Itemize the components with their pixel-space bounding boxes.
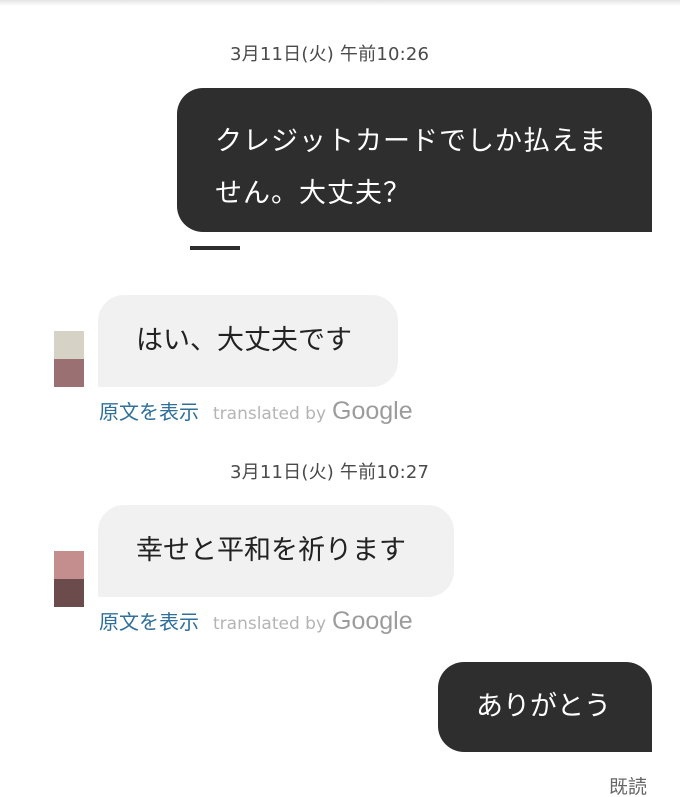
- google-logo: Google: [332, 607, 413, 635]
- outgoing-message-bubble[interactable]: クレジットカードでしか払えません。大丈夫？: [177, 88, 652, 232]
- message-text: クレジットカードでしか払えません。大丈夫？: [215, 126, 607, 209]
- sent-indicator: [190, 246, 240, 250]
- message-text: はい、大丈夫です: [136, 325, 352, 356]
- outgoing-message-bubble[interactable]: ありがとう: [438, 662, 652, 752]
- message-text: 幸せと平和を祈ります: [136, 535, 406, 566]
- translation-bar: 原文を表示 translated by Google: [99, 396, 413, 426]
- top-divider: [0, 0, 680, 6]
- avatar[interactable]: [54, 551, 84, 607]
- timestamp: 3月11日(火) 午前10:26: [230, 44, 430, 65]
- translated-by-label: translated by: [213, 614, 327, 634]
- show-original-link[interactable]: 原文を表示: [99, 396, 199, 425]
- incoming-message-bubble[interactable]: 幸せと平和を祈ります: [98, 505, 454, 597]
- read-receipt: 既読: [609, 776, 648, 797]
- message-text: ありがとう: [476, 691, 611, 722]
- google-logo: Google: [332, 397, 413, 425]
- translated-by-label: translated by: [213, 404, 327, 424]
- show-original-link[interactable]: 原文を表示: [99, 606, 199, 635]
- chat-screen: 3月11日(火) 午前10:26 クレジットカードでしか払えません。大丈夫？ は…: [0, 0, 680, 797]
- timestamp: 3月11日(火) 午前10:27: [230, 462, 430, 483]
- incoming-message-bubble[interactable]: はい、大丈夫です: [98, 295, 398, 387]
- translation-bar: 原文を表示 translated by Google: [99, 606, 413, 636]
- avatar[interactable]: [54, 331, 84, 387]
